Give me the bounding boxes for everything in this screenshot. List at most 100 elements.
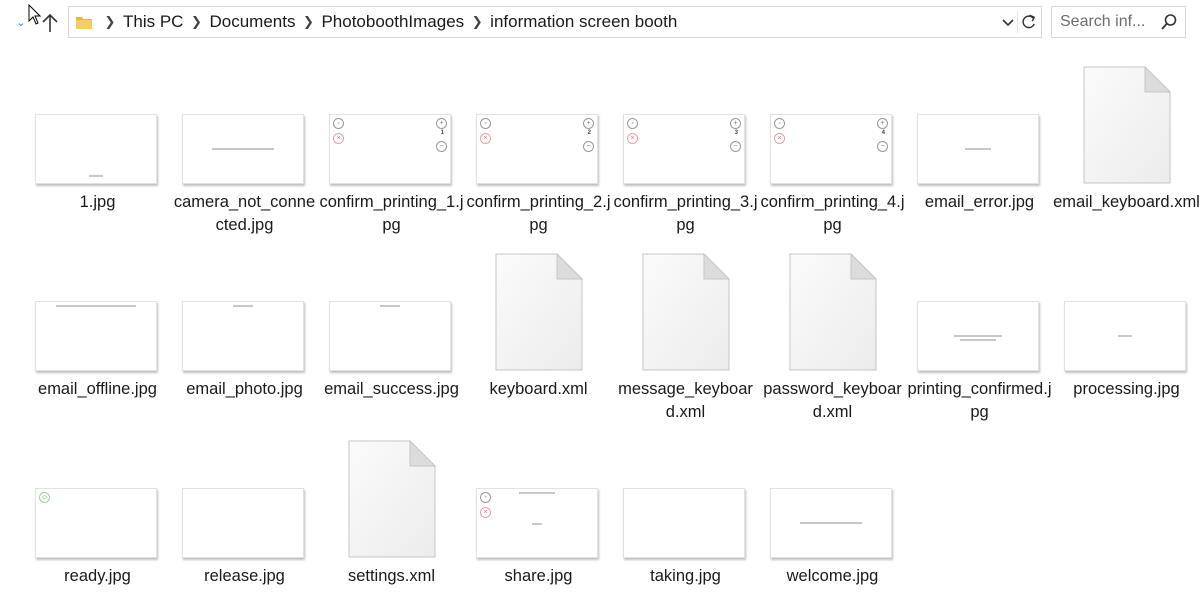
breadcrumb-current-folder[interactable]: information screen booth: [488, 12, 679, 32]
file-thumbnail: [906, 245, 1053, 375]
thumb-plus-circle-icon: +: [583, 118, 594, 129]
file-item-email-error-jpg[interactable]: email_error.jpg: [906, 58, 1053, 238]
image-thumbnail: [917, 301, 1039, 371]
thumb-minus-circle-icon: −: [730, 141, 741, 152]
file-item-processing-jpg[interactable]: processing.jpg: [1053, 245, 1200, 425]
image-thumbnail: ◦ × + − 3: [623, 114, 745, 184]
file-thumbnail: [759, 432, 906, 562]
file-name-label: camera_not_connected.jpg: [173, 193, 316, 234]
file-name-label: processing.jpg: [1073, 380, 1180, 398]
image-thumbnail: [35, 301, 157, 371]
thumb-text-line: [1117, 335, 1133, 337]
file-name-label: welcome.jpg: [786, 567, 879, 585]
image-thumbnail: [623, 488, 745, 558]
thumb-text-line: [960, 339, 996, 341]
file-item-share-jpg[interactable]: ◦ × share.jpg: [465, 432, 612, 602]
file-name-label: keyboard.xml: [489, 380, 588, 398]
navigation-bar: ⌄ ❯ This PC ❯ Documents ❯ PhotoboothImag…: [0, 0, 1200, 46]
file-item-taking-jpg[interactable]: taking.jpg: [612, 432, 759, 602]
file-thumbnail: [1053, 58, 1200, 188]
breadcrumb-documents[interactable]: Documents: [207, 12, 297, 32]
file-grid: 1.jpg camera_not_connected.jpg ◦ × + −1 confir…: [24, 58, 1200, 602]
file-item-welcome-jpg[interactable]: welcome.jpg: [759, 432, 906, 602]
file-item-message-keyboard-xml[interactable]: message_keyboard.xml: [612, 245, 759, 425]
chevron-right-icon[interactable]: ❯: [185, 14, 207, 30]
file-thumbnail: [612, 432, 759, 562]
image-thumbnail: ◦ × + − 1: [329, 114, 451, 184]
file-item-1-jpg[interactable]: 1.jpg: [24, 58, 171, 238]
file-item-email-keyboard-xml[interactable]: email_keyboard.xml: [1053, 58, 1200, 238]
thumb-text-line: [380, 305, 400, 307]
xml-document-icon: [495, 253, 583, 371]
file-thumbnail: [171, 58, 318, 188]
image-thumbnail: ☺: [35, 488, 157, 558]
file-item-password-keyboard-xml[interactable]: password_keyboard.xml: [759, 245, 906, 425]
recent-locations-chevron-down-icon[interactable]: ⌄: [14, 16, 28, 30]
file-name-label: password_keyboard.xml: [763, 380, 902, 421]
file-name-label: confirm_printing_4.jpg: [760, 193, 905, 234]
file-item-confirm-printing-3-jpg[interactable]: ◦ × + − 3 confirm_printing_3.jpg: [612, 58, 759, 238]
thumb-text-line: [233, 305, 253, 307]
thumb-plus-circle-icon: +: [436, 118, 447, 129]
thumb-text-line: [211, 148, 275, 150]
file-item-email-offline-jpg[interactable]: email_offline.jpg: [24, 245, 171, 425]
thumb-camera-circle-icon: ◦: [333, 118, 344, 129]
chevron-right-icon[interactable]: ❯: [466, 14, 488, 30]
file-thumbnail: [465, 245, 612, 375]
breadcrumb-this-pc[interactable]: This PC: [121, 12, 185, 32]
file-item-release-jpg[interactable]: release.jpg: [171, 432, 318, 602]
file-item-camera-not-connected-jpg[interactable]: camera_not_connected.jpg: [171, 58, 318, 238]
thumb-camera-circle-icon: ◦: [480, 118, 491, 129]
thumb-plus-circle-icon: +: [730, 118, 741, 129]
file-thumbnail: [612, 245, 759, 375]
file-item-email-photo-jpg[interactable]: email_photo.jpg: [171, 245, 318, 425]
chevron-right-icon[interactable]: ❯: [99, 14, 121, 30]
file-thumbnail: [24, 58, 171, 188]
thumb-print-count: 2: [587, 130, 591, 136]
thumb-text-line: [519, 492, 555, 494]
file-name-label: 1.jpg: [79, 193, 116, 211]
file-item-confirm-printing-2-jpg[interactable]: ◦ × + − 2 confirm_printing_2.jpg: [465, 58, 612, 238]
thumb-minus-circle-icon: −: [583, 141, 594, 152]
search-input[interactable]: [1060, 11, 1160, 33]
file-thumbnail: ◦ ×: [465, 432, 612, 562]
image-thumbnail: [35, 114, 157, 184]
search-icon[interactable]: [1160, 13, 1178, 31]
thumb-cancel-circle-icon: ×: [774, 133, 785, 144]
thumb-text-line: [88, 175, 104, 177]
file-item-ready-jpg[interactable]: ☺ ready.jpg: [24, 432, 171, 602]
file-item-confirm-printing-4-jpg[interactable]: ◦ × + − 4 confirm_printing_4.jpg: [759, 58, 906, 238]
thumb-camera-circle-icon: ◦: [627, 118, 638, 129]
file-item-keyboard-xml[interactable]: keyboard.xml: [465, 245, 612, 425]
image-thumbnail: [917, 114, 1039, 184]
thumb-camera-circle-icon: ◦: [774, 118, 785, 129]
file-thumbnail: [318, 432, 465, 562]
file-item-confirm-printing-1-jpg[interactable]: ◦ × + − 1 confirm_printing_1.jpg: [318, 58, 465, 238]
chevron-down-icon[interactable]: [999, 13, 1017, 31]
file-name-label: email_success.jpg: [324, 380, 459, 398]
refresh-icon[interactable]: [1017, 11, 1039, 33]
search-box[interactable]: [1051, 6, 1186, 38]
file-item-printing-confirmed-jpg[interactable]: printing_confirmed.jpg: [906, 245, 1053, 425]
file-item-email-success-jpg[interactable]: email_success.jpg: [318, 245, 465, 425]
file-name-label: release.jpg: [204, 567, 285, 585]
breadcrumb-photoboothimages[interactable]: PhotoboothImages: [319, 12, 466, 32]
address-bar[interactable]: ❯ This PC ❯ Documents ❯ PhotoboothImages…: [68, 6, 1042, 38]
file-thumbnail: [906, 58, 1053, 188]
thumb-text-line: [799, 522, 863, 524]
xml-document-icon: [348, 440, 436, 558]
file-item-settings-xml[interactable]: settings.xml: [318, 432, 465, 602]
file-thumbnail: [171, 245, 318, 375]
chevron-right-icon[interactable]: ❯: [297, 14, 319, 30]
thumb-text-line: [954, 335, 1002, 337]
file-name-label: printing_confirmed.jpg: [907, 380, 1052, 421]
file-thumbnail: [1053, 245, 1200, 375]
up-arrow-icon[interactable]: [40, 12, 60, 34]
image-thumbnail: ◦ ×: [476, 488, 598, 558]
file-name-label: share.jpg: [504, 567, 573, 585]
thumb-cancel-circle-icon: ×: [480, 133, 491, 144]
thumb-print-count: 3: [734, 130, 738, 136]
file-thumbnail: ◦ × + − 4: [759, 58, 906, 188]
file-name-label: email_error.jpg: [924, 193, 1035, 211]
thumb-print-count: 4: [881, 130, 885, 136]
